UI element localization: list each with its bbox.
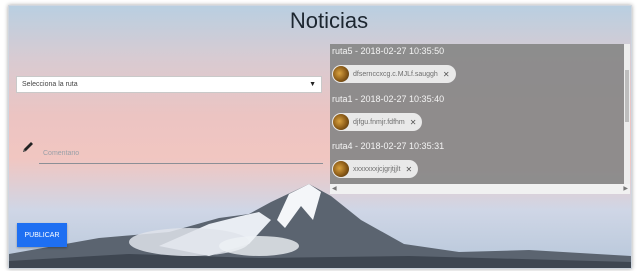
news-entry-header: ruta5 - 2018-02-27 10:35:50	[332, 46, 445, 56]
news-chip[interactable]: dfsernccxcg.c.MJLf.sauggh ✕	[332, 65, 456, 83]
news-chip-text: xxxxxxxjcjgrjtjjlt	[353, 165, 401, 173]
avatar	[333, 161, 349, 177]
close-icon[interactable]: ✕	[443, 70, 450, 79]
close-icon[interactable]: ✕	[405, 165, 412, 174]
page-title: Noticias	[289, 8, 369, 33]
scroll-left-icon[interactable]: ◀	[332, 185, 337, 192]
scroll-right-icon[interactable]: ▶	[623, 185, 628, 192]
avatar	[333, 114, 349, 130]
route-select[interactable]: Selecciona la ruta ▼	[16, 76, 322, 93]
vertical-scrollbar[interactable]	[624, 44, 630, 184]
close-icon[interactable]: ✕	[410, 118, 417, 127]
news-chip[interactable]: xxxxxxxjcjgrjtjjlt ✕	[332, 160, 419, 178]
news-chip-text: dfsernccxcg.c.MJLf.sauggh	[353, 70, 438, 78]
news-entry-header: ruta1 - 2018-02-27 10:35:40	[332, 94, 445, 104]
publish-button[interactable]: PUBLICAR	[17, 223, 67, 247]
avatar	[333, 66, 349, 82]
route-select-value: Selecciona la ruta	[22, 81, 78, 88]
horizontal-scrollbar[interactable]: ◀ ▶	[330, 184, 630, 194]
scrollbar-thumb[interactable]	[625, 70, 629, 122]
app-window: Noticias Selecciona la ruta ▼ PUBLICAR r…	[8, 5, 632, 269]
news-entry-header: ruta4 - 2018-02-27 10:35:31	[332, 141, 445, 151]
news-list[interactable]: ruta5 - 2018-02-27 10:35:50 dfsernccxcg.…	[330, 44, 630, 194]
caret-down-icon: ▼	[309, 81, 316, 88]
comment-input[interactable]	[39, 144, 323, 164]
pencil-icon	[23, 142, 33, 152]
news-chip-text: djfgu.fnmjr.fdfhm	[353, 118, 405, 126]
news-chip[interactable]: djfgu.fnmjr.fdfhm ✕	[332, 113, 423, 131]
